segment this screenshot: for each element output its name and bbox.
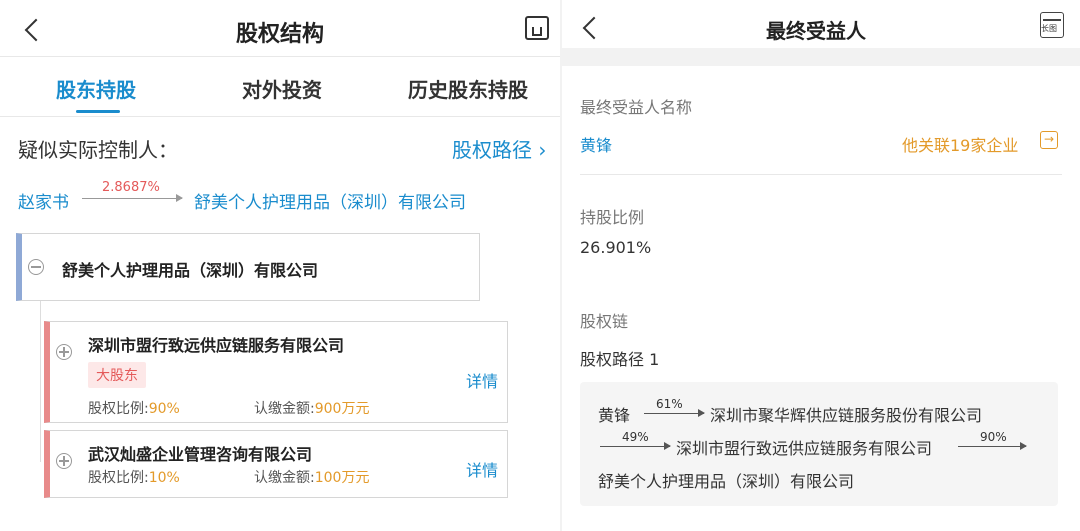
tab-investments[interactable]: 对外投资 [242,74,322,103]
equity-chain-box: 黄锋 61% 深圳市聚华辉供应链服务股份有限公司 49% 深圳市盟行致远供应链服… [580,382,1058,506]
holding-value: 26.901% [580,238,652,257]
chain-path-title: 股权路径 1 [580,350,660,369]
root-company-card[interactable]: 舒美个人护理用品（深圳）有限公司 [16,233,480,301]
holding-label: 持股比例 [580,208,645,227]
tab-shareholders[interactable]: 股东持股 [56,74,136,103]
equity-structure-screen: 股权结构 股东持股 对外投资 历史股东持股 疑似实际控制人： 股权路径 › 赵家… [0,0,560,531]
controller-company[interactable]: 舒美个人护理用品（深圳）有限公司 [194,188,466,213]
shareholder-name: 深圳市盟行致远供应链服务有限公司 [88,336,345,355]
long-image-icon[interactable]: 长图 [1040,12,1064,38]
chain-arrow [600,442,671,450]
shareholder-name: 武汉灿盛企业管理咨询有限公司 [88,445,313,464]
shareholder-card[interactable]: 深圳市盟行致远供应链服务有限公司 大股东 股权比例:90% 认缴金额:900万元… [44,321,508,423]
chain-label: 股权链 [580,312,629,331]
related-companies-link[interactable]: 他关联19家企业 [902,132,1018,156]
chain-arrow [958,442,1027,450]
expand-icon[interactable] [56,453,72,469]
detail-link[interactable]: 详情 [466,368,498,392]
chevron-right-icon: › [538,138,547,162]
chain-company: 深圳市盟行致远供应链服务有限公司 [676,439,933,458]
root-company-name: 舒美个人护理用品（深圳）有限公司 [62,261,319,280]
chain-company: 深圳市聚华辉供应链服务股份有限公司 [710,406,983,425]
page-title: 最终受益人 [766,19,866,43]
chain-percent: 61% [656,397,683,411]
ratio-field: 股权比例:10% [88,470,180,486]
floppy-disk-icon[interactable] [525,16,549,40]
chain-percent: 90% [980,430,1007,444]
long-image-label: 长图 [1041,24,1057,33]
beneficiary-name-label: 最终受益人名称 [580,98,693,117]
section-divider [562,48,1080,66]
chain-start: 黄锋 [598,406,631,425]
ratio-field: 股权比例:90% [88,401,180,417]
chain-percent: 49% [622,430,649,444]
amount-field: 认缴金额:100万元 [254,470,370,486]
chain-arrow [644,409,705,417]
controller-heading: 疑似实际控制人： [18,138,178,162]
amount-field: 认缴金额:900万元 [254,401,370,417]
chain-company: 舒美个人护理用品（深圳）有限公司 [598,472,855,491]
equity-path-link[interactable]: 股权路径 › [452,134,546,163]
page-title: 股权结构 [236,22,325,47]
controller-percent: 2.8687% [102,180,160,195]
expand-icon[interactable] [56,344,72,360]
shareholder-card[interactable]: 武汉灿盛企业管理咨询有限公司 股权比例:10% 认缴金额:100万元 详情 [44,430,508,498]
detail-link[interactable]: 详情 [466,457,498,481]
active-tab-indicator [76,110,120,113]
collapse-icon[interactable] [28,259,44,275]
controller-person[interactable]: 赵家书 [18,188,69,213]
back-arrow-icon[interactable] [24,18,48,42]
major-shareholder-badge: 大股东 [88,362,146,388]
back-arrow-icon[interactable] [582,16,606,40]
tree-connector [40,282,41,462]
tab-history-shareholders[interactable]: 历史股东持股 [408,74,528,103]
arrow-right-icon[interactable]: → [1040,131,1058,149]
ultimate-beneficiary-screen: 最终受益人 长图 最终受益人名称 黄锋 他关联19家企业 → 持股比例 26.9… [562,0,1080,531]
controller-arrow [82,194,183,202]
beneficiary-name[interactable]: 黄锋 [580,132,612,156]
